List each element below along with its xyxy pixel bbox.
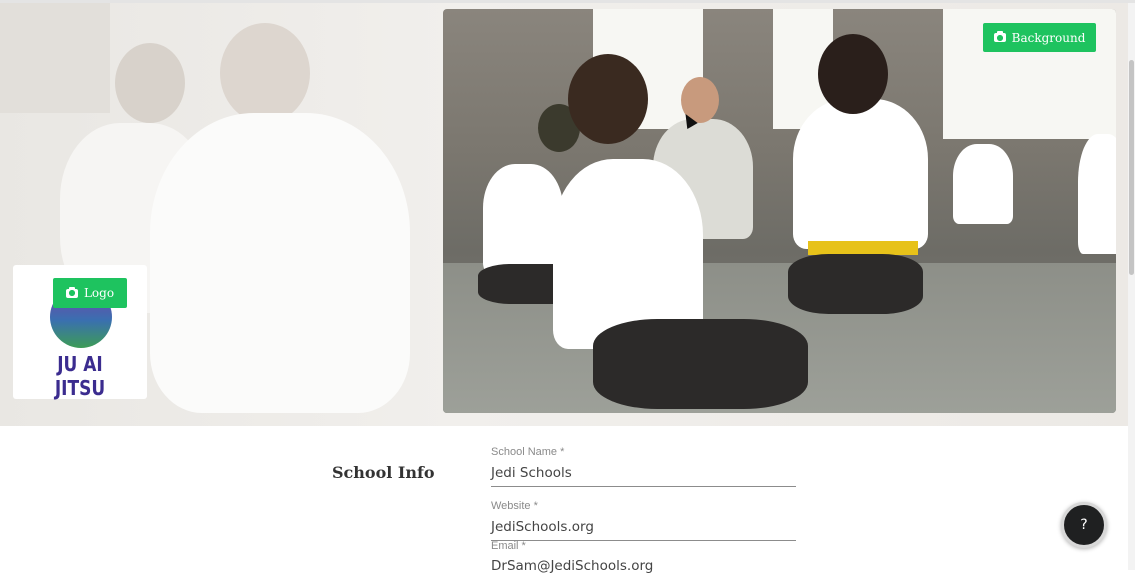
help-button[interactable]: ? (1061, 502, 1107, 548)
change-background-button[interactable]: Background (983, 23, 1096, 52)
website-input[interactable]: JediSchools.org (491, 519, 796, 541)
camera-icon (65, 286, 78, 298)
logo-button-label: Logo (83, 286, 115, 300)
camera-icon (993, 31, 1006, 42)
email-label: Email * (491, 540, 526, 552)
background-photo (443, 9, 1116, 413)
background-button-label: Background (1011, 30, 1086, 45)
website-label: Website * (491, 500, 538, 512)
school-name-label: School Name * (491, 446, 565, 458)
logo-text: JU AI JITSU (54, 352, 106, 400)
email-input[interactable]: DrSam@JediSchools.org (491, 558, 796, 579)
scrollbar-thumb[interactable] (1129, 60, 1134, 275)
change-logo-button[interactable]: Logo (53, 278, 127, 308)
school-name-input[interactable]: Jedi Schools (491, 465, 796, 487)
section-title: School Info (332, 463, 435, 482)
